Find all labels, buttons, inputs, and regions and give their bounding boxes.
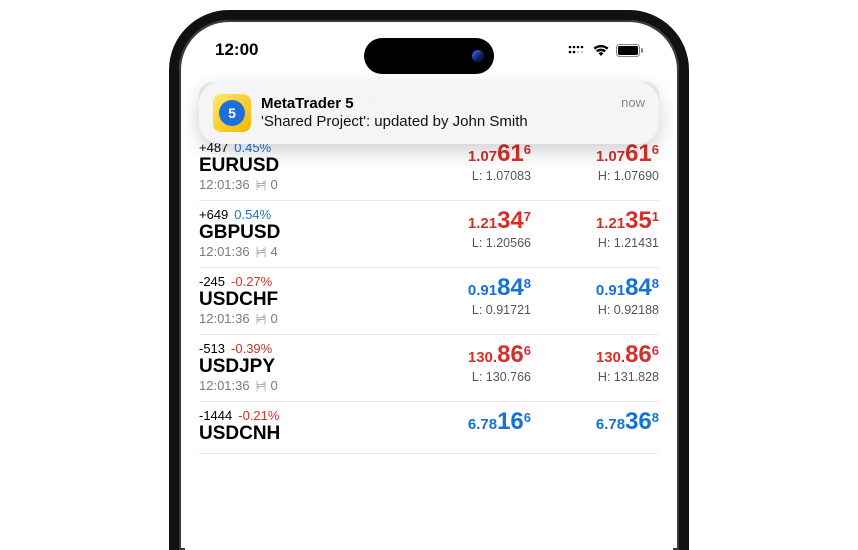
change-percent: -0.39%	[231, 341, 272, 356]
high-value: H: 1.07690	[559, 169, 659, 183]
notification-title: MetaTrader 5	[261, 95, 611, 113]
ask-price: 1.21351	[559, 207, 659, 235]
low-value: L: 130.766	[431, 370, 531, 384]
power-button	[677, 220, 682, 310]
bid-price: 130.866	[431, 341, 531, 369]
symbol: USDJPY	[199, 356, 429, 378]
bid-price: 1.21347	[431, 207, 531, 235]
high-value: H: 1.21431	[559, 236, 659, 250]
spread-icon: |⇌|	[256, 178, 265, 191]
quote-time: 12:01:36	[199, 244, 250, 259]
ask-price: 130.866	[559, 341, 659, 369]
quote-row[interactable]: -245-0.27%USDCHF12:01:36|⇌|00.91848L: 0.…	[199, 268, 659, 335]
ask-price: 0.91848	[559, 274, 659, 302]
symbol: GBPUSD	[199, 222, 429, 244]
bid-price: 6.78166	[431, 408, 531, 436]
symbol: USDCHF	[199, 289, 429, 311]
phone-frame: 12:00 enter symbol for search +4870.45%E…	[169, 10, 689, 550]
change-points: +649	[199, 207, 228, 222]
symbol: USDCNH	[199, 423, 429, 445]
ask-price: 1.07616	[559, 140, 659, 168]
quote-row[interactable]: -1444 -0.21%USDCNH6.78166 6.78368	[199, 402, 659, 454]
battery-icon	[616, 44, 643, 57]
spread-value: 0	[271, 311, 278, 326]
spread-value: 0	[271, 378, 278, 393]
low-value: L: 0.91721	[431, 303, 531, 317]
spread-icon: |⇌|	[256, 245, 265, 258]
change-points: -1444	[199, 408, 232, 423]
quote-time: 12:01:36	[199, 177, 250, 192]
notification-banner[interactable]: 5 MetaTrader 5 'Shared Project': updated…	[199, 82, 659, 144]
change-points: -245	[199, 274, 225, 289]
ask-price: 6.78368	[559, 408, 659, 436]
notification-text: MetaTrader 5 'Shared Project': updated b…	[261, 95, 611, 131]
change-points: -513	[199, 341, 225, 356]
low-value: L: 1.07083	[431, 169, 531, 183]
notification-time: now	[621, 95, 645, 110]
dynamic-island	[364, 38, 494, 74]
low-value: L: 1.20566	[431, 236, 531, 250]
quote-time: 12:01:36	[199, 378, 250, 393]
change-percent: 0.54%	[234, 207, 271, 222]
change-percent: -0.27%	[231, 274, 272, 289]
status-time: 12:00	[215, 40, 258, 60]
bid-price: 0.91848	[431, 274, 531, 302]
quotes-list[interactable]: +4870.45%EURUSD12:01:36|⇌|01.07616L: 1.0…	[185, 130, 673, 454]
quote-row[interactable]: -513-0.39%USDJPY12:01:36|⇌|0130.866L: 13…	[199, 335, 659, 402]
change-percent: -0.21%	[238, 408, 279, 423]
cellular-icon	[568, 44, 586, 56]
spread-icon: |⇌|	[256, 312, 265, 325]
camera-icon	[472, 50, 484, 62]
notification-body: 'Shared Project': updated by John Smith	[261, 113, 611, 131]
spread-value: 0	[271, 177, 278, 192]
app-icon-label: 5	[219, 100, 245, 126]
high-value: H: 131.828	[559, 370, 659, 384]
volume-buttons	[176, 180, 181, 392]
quote-time: 12:01:36	[199, 311, 250, 326]
status-indicators	[568, 44, 643, 57]
spread-value: 4	[271, 244, 278, 259]
spread-icon: |⇌|	[256, 379, 265, 392]
symbol: EURUSD	[199, 155, 429, 177]
high-value: H: 0.92188	[559, 303, 659, 317]
app-icon: 5	[213, 94, 251, 132]
bid-price: 1.07616	[431, 140, 531, 168]
quote-row[interactable]: +4870.45%EURUSD12:01:36|⇌|01.07616L: 1.0…	[199, 134, 659, 201]
quote-row[interactable]: +649 0.54%GBPUSD12:01:36 |⇌| 4 1.21347L: 1.2…	[199, 201, 659, 268]
wifi-icon	[592, 44, 610, 57]
